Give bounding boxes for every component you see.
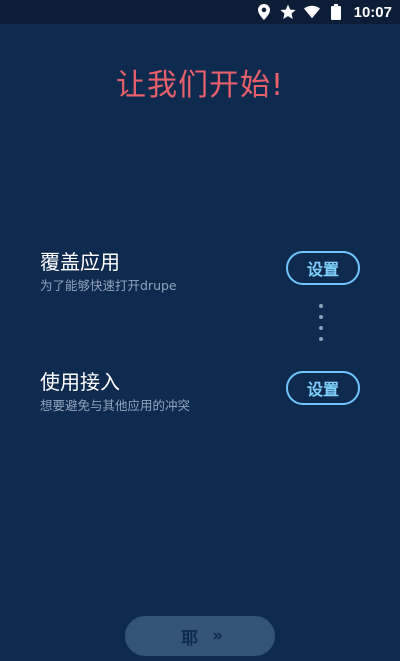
feature-usage-access: 使用接入 想要避免与其他应用的冲突 设置 <box>40 366 360 418</box>
star-icon <box>280 4 296 20</box>
page-title: 让我们开始! <box>115 68 285 103</box>
usage-access-setup-button[interactable]: 设置 <box>286 371 360 405</box>
next-button-label: 耶 <box>181 628 198 649</box>
connector-dot <box>319 337 323 341</box>
connector-dot <box>319 304 323 308</box>
location-icon <box>256 4 272 20</box>
battery-icon <box>328 4 344 20</box>
connector-dot <box>319 326 323 330</box>
double-chevron-right-icon: » <box>212 626 223 646</box>
feature-overlay: 覆盖应用 为了能够快速打开drupe 设置 <box>40 246 360 298</box>
next-button[interactable]: 耶 » <box>125 616 275 656</box>
status-time: 10:07 <box>353 3 392 21</box>
connector-dot <box>319 315 323 319</box>
feature-title: 覆盖应用 <box>40 250 120 274</box>
step-connector-dots <box>319 304 323 352</box>
feature-subtitle: 想要避免与其他应用的冲突 <box>40 398 191 413</box>
overlay-setup-button[interactable]: 设置 <box>286 251 360 285</box>
wifi-icon <box>303 4 320 20</box>
status-bar: 10:07 <box>0 0 400 24</box>
feature-subtitle: 为了能够快速打开drupe <box>40 278 177 293</box>
feature-title: 使用接入 <box>40 370 120 394</box>
